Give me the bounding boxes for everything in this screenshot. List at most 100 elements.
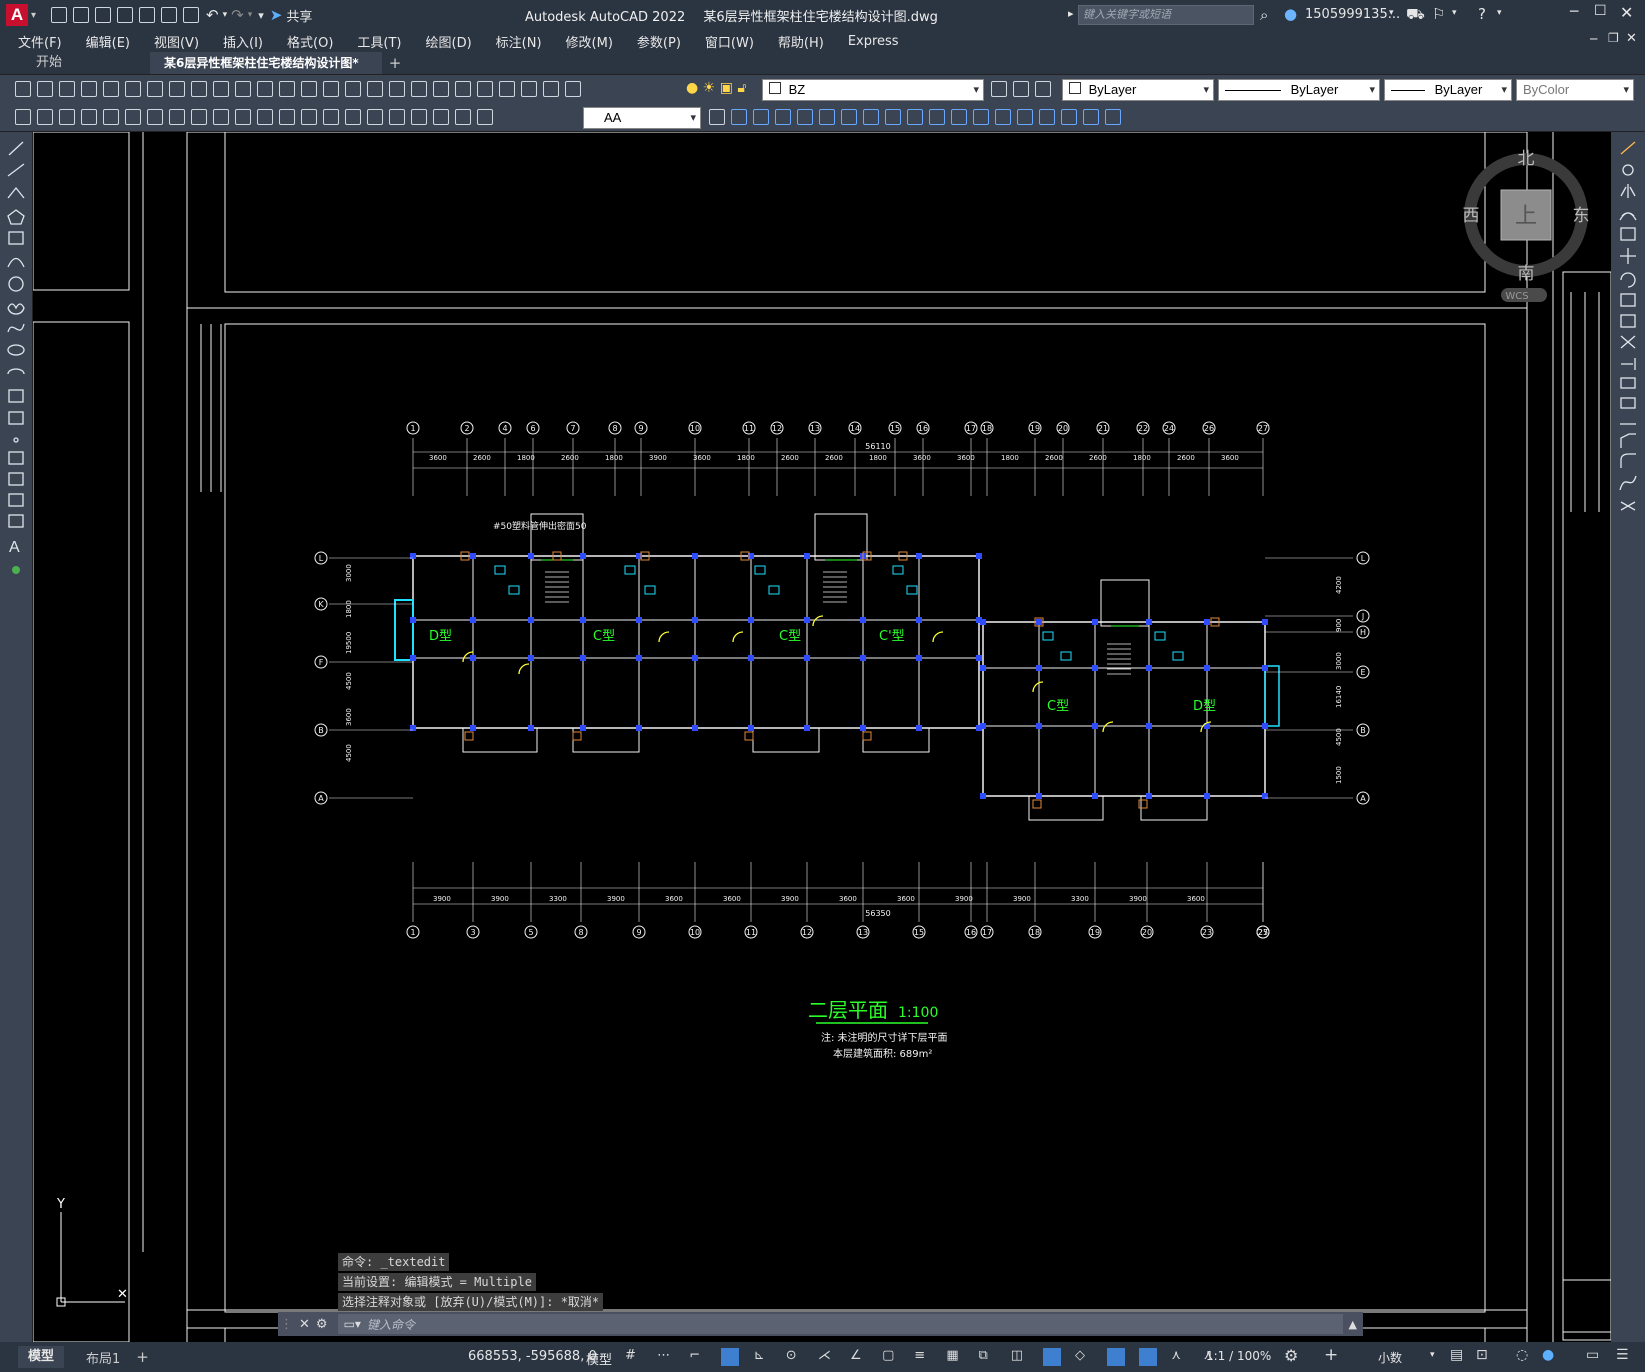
3d-osnap-icon[interactable]: ◫	[1011, 1348, 1029, 1366]
dim-diameter-icon[interactable]	[213, 109, 229, 125]
mirror-icon[interactable]	[775, 109, 791, 125]
layer-viewport-icon[interactable]: ▣	[720, 80, 733, 96]
xline-tool-icon[interactable]	[7, 163, 25, 177]
dim-angular-icon[interactable]	[235, 109, 251, 125]
copy-icon[interactable]	[191, 81, 207, 97]
save-web-icon[interactable]	[161, 7, 178, 23]
minimize-button[interactable]: ─	[1570, 4, 1578, 20]
save-as-icon[interactable]	[117, 7, 134, 23]
app-dropdown-icon[interactable]: ▾	[1452, 8, 1457, 18]
infer-constraints-icon[interactable]: ⌐	[689, 1348, 707, 1366]
circle-tool-icon[interactable]	[8, 276, 24, 292]
erase-icon[interactable]	[731, 109, 747, 125]
search-icon[interactable]: ⌕	[1260, 6, 1268, 24]
viewcube-west[interactable]: 西	[1463, 206, 1480, 226]
plotstyle-dropdown[interactable]: ByColor	[1516, 79, 1634, 101]
command-customize-icon[interactable]: ⚙	[316, 1317, 328, 1332]
tool-palettes-icon[interactable]	[455, 81, 471, 97]
search-expand-icon[interactable]: ▸	[1068, 7, 1074, 20]
offset-icon[interactable]	[797, 109, 813, 125]
units-value[interactable]: 小数	[1378, 1349, 1402, 1366]
offset-tool-icon[interactable]	[1619, 212, 1637, 221]
erase-tool-icon[interactable]	[1620, 141, 1636, 155]
isodraft-icon[interactable]: ⋌	[818, 1348, 836, 1366]
viewcube-south[interactable]: 南	[1518, 264, 1535, 284]
tab-model[interactable]: 模型	[18, 1346, 65, 1368]
cart-icon[interactable]: ⛟	[1406, 5, 1425, 25]
annotation-visibility-icon[interactable]	[1139, 1348, 1158, 1366]
help-tool-icon[interactable]	[543, 81, 559, 97]
dim-continue-icon[interactable]	[301, 109, 317, 125]
selection-cycling-icon[interactable]: ⧉	[979, 1348, 997, 1366]
dynamic-ucs-icon[interactable]	[1042, 1348, 1061, 1366]
lengthen-icon[interactable]	[1083, 109, 1099, 125]
linetype-dropdown[interactable]: ByLayer	[1218, 79, 1380, 101]
fillet-tool-icon[interactable]	[1620, 453, 1636, 468]
open-web-icon[interactable]	[139, 7, 156, 23]
menu-modify[interactable]: 修改(M)	[566, 32, 613, 51]
customize-qat-icon[interactable]: ▾	[258, 9, 264, 22]
polar-icon[interactable]: ⊙	[786, 1348, 804, 1366]
paste-icon[interactable]	[213, 81, 229, 97]
mtext-tool-icon[interactable]: A	[9, 539, 20, 556]
mirror-tool-icon[interactable]	[1620, 184, 1636, 198]
viewcube-north[interactable]: 北	[1518, 149, 1535, 169]
app-menu-chevron-icon[interactable]: ▾	[31, 10, 36, 21]
qnew-icon[interactable]	[15, 81, 31, 97]
menu-parametric[interactable]: 参数(P)	[637, 32, 681, 51]
dim-aligned-icon[interactable]	[103, 109, 119, 125]
model-space-toggle[interactable]: 模型	[586, 1349, 612, 1368]
dim-ordinate-icon[interactable]	[147, 109, 163, 125]
markup-icon[interactable]	[499, 81, 515, 97]
doc-minimize-button[interactable]: ─	[1590, 32, 1597, 46]
line-tool-icon[interactable]	[8, 141, 24, 156]
transparency-icon[interactable]: ▦	[946, 1348, 964, 1366]
menu-file[interactable]: 文件(F)	[18, 32, 62, 51]
polygon-tool-icon[interactable]	[7, 209, 25, 225]
align-icon[interactable]	[1105, 109, 1121, 125]
menu-format[interactable]: 格式(O)	[287, 32, 333, 51]
lineweight-icon[interactable]: ≡	[914, 1348, 932, 1366]
layer-state-icon[interactable]	[1035, 81, 1051, 97]
redo-dropdown-icon[interactable]: ▾	[248, 10, 253, 20]
graphics-performance-icon[interactable]: ●	[1542, 1347, 1554, 1363]
menu-view[interactable]: 视图(V)	[154, 32, 199, 51]
layer-previous-icon[interactable]	[1013, 81, 1029, 97]
ellipse-tool-icon[interactable]	[7, 344, 25, 356]
block-editor-icon[interactable]	[257, 81, 273, 97]
command-prompt-icon[interactable]: ▭▾	[344, 1317, 361, 1331]
layer-properties-icon[interactable]	[565, 81, 581, 97]
layer-lock-icon[interactable]: 🔓︎	[737, 80, 746, 96]
dim-baseline-icon[interactable]	[279, 109, 295, 125]
tab-start[interactable]: 开始	[22, 52, 140, 74]
copy-tool-icon[interactable]	[1622, 164, 1634, 176]
chamfer-icon[interactable]	[1017, 109, 1033, 125]
quick-dim-icon[interactable]	[257, 109, 273, 125]
open-file-icon[interactable]	[37, 81, 53, 97]
layer-dropdown[interactable]: BZ	[762, 79, 984, 101]
dim-linear-icon[interactable]	[81, 109, 97, 125]
ellipse-arc-tool-icon[interactable]	[7, 368, 25, 375]
gizmo-icon[interactable]	[1107, 1348, 1126, 1366]
selection-filter-icon[interactable]: ◇	[1075, 1348, 1093, 1366]
snap-icon[interactable]: ⋯	[657, 1348, 675, 1366]
dim-override-icon[interactable]	[59, 109, 75, 125]
add-layout-button[interactable]: +	[136, 1348, 149, 1366]
insert-block-tool-icon[interactable]	[8, 389, 24, 403]
dim-jogged-icon[interactable]	[191, 109, 207, 125]
gradient-tool-icon[interactable]	[8, 472, 24, 486]
table-tool-icon[interactable]	[8, 514, 24, 528]
extend-icon[interactable]	[951, 109, 967, 125]
properties-icon[interactable]	[411, 81, 427, 97]
dim-reassociate-icon[interactable]	[477, 109, 493, 125]
explode-icon[interactable]	[1061, 109, 1077, 125]
plot-icon[interactable]	[183, 7, 200, 23]
rotate-tool-icon[interactable]	[1620, 272, 1636, 288]
dim-arc-icon[interactable]	[125, 109, 141, 125]
rotate-icon[interactable]	[863, 109, 879, 125]
hatch-tool-icon[interactable]	[8, 451, 24, 465]
help-icon[interactable]: ?	[1478, 5, 1486, 23]
fillet-icon[interactable]	[1039, 109, 1055, 125]
rectangle-tool-icon[interactable]	[8, 231, 24, 245]
dim-text-edit-icon[interactable]	[455, 109, 471, 125]
